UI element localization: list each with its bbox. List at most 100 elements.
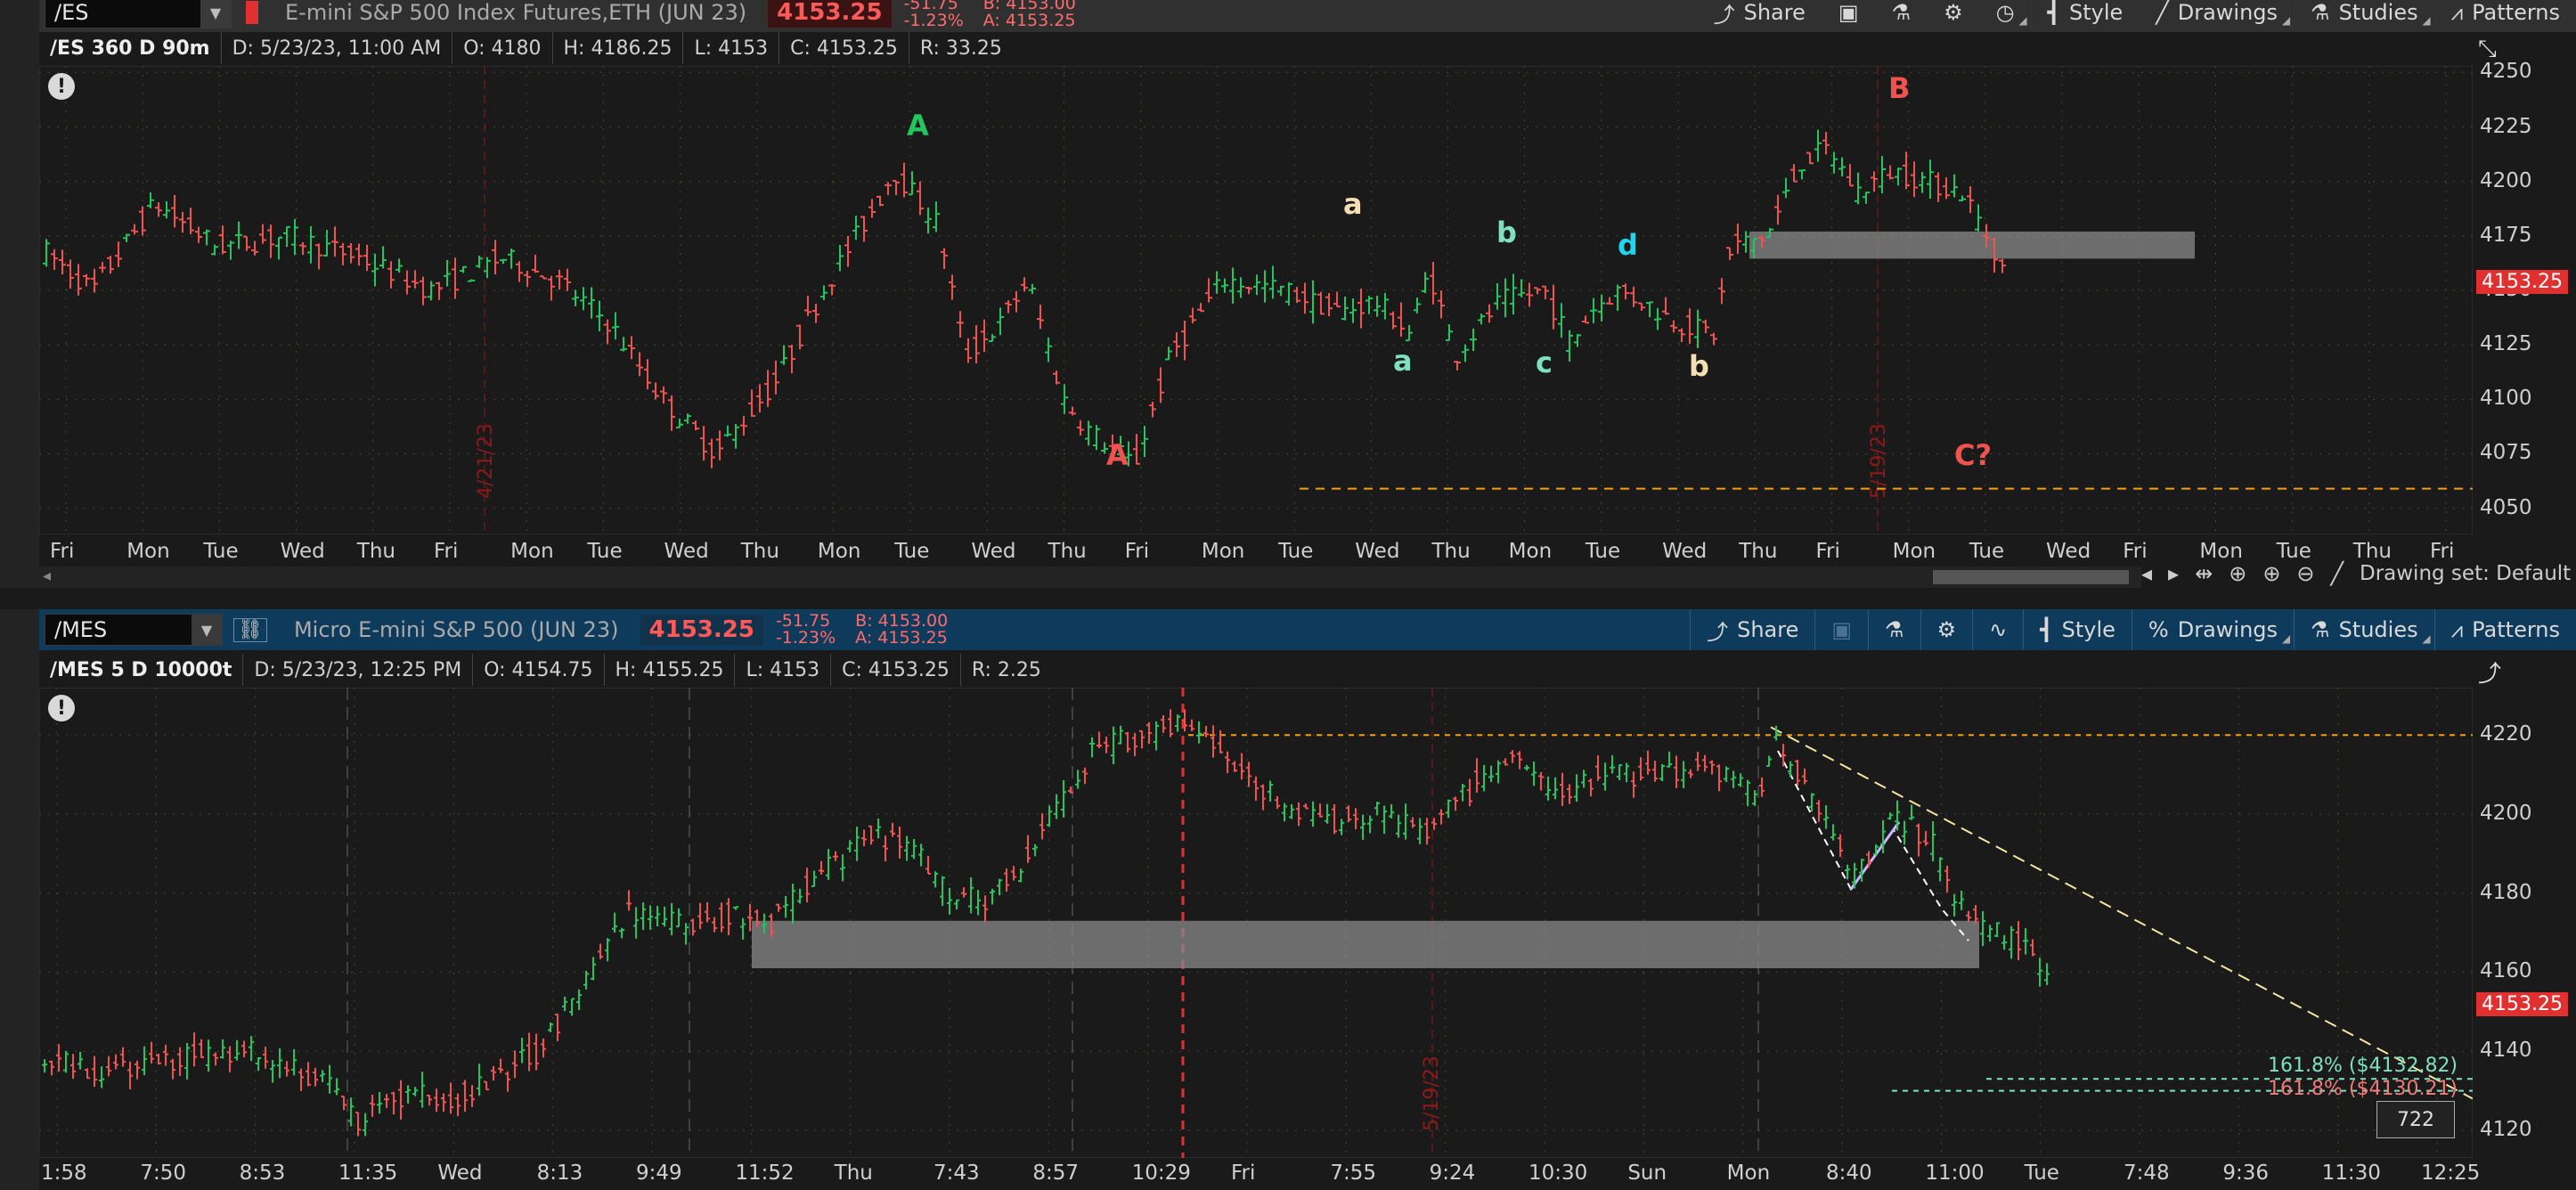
snapshot-button[interactable]: ▣ — [1814, 609, 1868, 650]
x-tick-label: Tue — [1278, 540, 1314, 563]
wave-label: d — [1618, 228, 1638, 262]
x-tick-label: Tue — [2024, 1161, 2059, 1185]
drawing-set[interactable]: Drawing set: Default — [2360, 562, 2571, 585]
x-tick-label: Mon — [510, 540, 554, 563]
chevron-down-icon[interactable]: ▼ — [200, 0, 231, 28]
x-tick-label: 7:50 — [140, 1161, 186, 1185]
flask-button[interactable]: ⚗ — [1874, 0, 1928, 32]
flask-icon: ⚗ — [1885, 617, 1904, 642]
bottom-bid-ask: B: 4153.00 A: 4153.25 — [855, 611, 949, 648]
x-tick-label: 8:57 — [1032, 1161, 1079, 1185]
x-tick-label: 11:30 — [2321, 1161, 2381, 1185]
scroll-left-icon[interactable]: ◂ — [43, 566, 51, 585]
x-tick-label: 8:40 — [1826, 1161, 1872, 1185]
bottom-toolbar-buttons: ⤴ Share ▣ ⚗ ⚙ ∿ ┫ Style % Drawings ◢ ⚗ Studie… — [1690, 609, 2576, 650]
style-button[interactable]: ┫ Style — [2030, 0, 2140, 32]
bottom-symbol: /MES — [54, 617, 108, 642]
top-symbol-box[interactable]: /ES ▼ — [45, 0, 232, 29]
settings-button[interactable]: ⚙ — [1920, 609, 1973, 650]
wave-label: b — [1496, 216, 1517, 249]
top-description: E-mini S&P 500 Index Futures,ETH (JUN 23… — [285, 0, 747, 25]
studies-button[interactable]: ⚗ Studies ◢ — [2294, 609, 2434, 650]
left-strip-bottom — [0, 609, 39, 1190]
settings-button[interactable]: ⚙ — [1927, 0, 1979, 32]
chart-type-icon[interactable]: ⤴ — [2478, 656, 2501, 689]
snapshot-button[interactable]: ▣ — [1821, 0, 1875, 32]
scroll-next-icon[interactable]: ▸ — [2168, 561, 2179, 586]
gear-icon: ⚙ — [1936, 617, 1957, 642]
patterns-icon: ⩘ — [2450, 617, 2464, 642]
scroll-prev-icon[interactable]: ◂ — [2141, 561, 2152, 586]
drawings-icon: % — [2148, 617, 2169, 642]
top-aggregation[interactable]: /ES 360 D 90m — [39, 32, 222, 64]
top-info-open: O: 4180 — [452, 32, 553, 64]
zoom-in-icon[interactable]: ⊕ — [2262, 561, 2280, 586]
draw-line-icon[interactable]: ╱ — [2331, 561, 2344, 586]
patterns-icon: ⩘ — [2450, 0, 2464, 25]
bottom-alert-icon[interactable]: ! — [48, 695, 75, 721]
pencil-icon: ╱ — [2156, 0, 2169, 25]
top-info-range: R: 33.25 — [919, 37, 1002, 60]
y-tick-label: 4100 — [2480, 387, 2532, 411]
style-button[interactable]: ┫ Style — [2023, 609, 2132, 650]
x-tick-label: 11:35 — [338, 1161, 398, 1185]
x-tick-label: Tue — [1969, 540, 2005, 563]
drawings-button[interactable]: ╱ Drawings ◢ — [2139, 0, 2294, 32]
y-tick-label: 4200 — [2480, 801, 2532, 825]
corner-arrow-icon: ◢ — [2422, 632, 2431, 645]
x-tick-label: Fri — [2123, 540, 2148, 563]
x-tick-label: Fri — [1231, 1161, 1256, 1185]
zoom-out-icon[interactable]: ⊖ — [2296, 561, 2314, 586]
x-tick-label: 10:29 — [1131, 1161, 1191, 1185]
wave-label: a — [1393, 344, 1413, 378]
link-icon[interactable]: ⛓ — [233, 617, 267, 642]
camera-icon: ▣ — [1838, 0, 1859, 25]
flag-icon[interactable] — [246, 1, 258, 24]
x-tick-label: Fri — [433, 540, 459, 563]
x-tick-label: Wed — [1355, 540, 1400, 563]
x-tick-label: 7:48 — [2124, 1161, 2170, 1185]
wave-button[interactable]: ∿ — [1972, 609, 2023, 650]
studies-button[interactable]: ⚗ Studies ◢ — [2294, 0, 2434, 32]
pan-icon[interactable]: ⇹ — [2195, 561, 2213, 586]
top-info-low: L: 4153 — [683, 32, 780, 64]
bottom-symbol-box[interactable]: /MES ▼ — [45, 614, 223, 646]
fib-label: 161.8% ($4130.21) — [2268, 1077, 2458, 1100]
top-symbol: /ES — [54, 0, 89, 25]
crosshair-icon[interactable]: ⊕ — [2229, 561, 2246, 586]
bottom-description: Micro E-mini S&P 500 (JUN 23) — [293, 617, 619, 642]
patterns-button[interactable]: ⩘ Patterns — [2433, 0, 2576, 32]
bottom-price-chart[interactable]: 5/19/23 — [39, 688, 2473, 1158]
wave-label: C? — [1954, 438, 1993, 472]
x-tick-label: 11:00 — [1925, 1161, 1985, 1185]
flask-button[interactable]: ⚗ — [1868, 609, 1920, 650]
share-button[interactable]: ⤴ Share — [1690, 609, 1814, 650]
chevron-down-icon[interactable]: ▼ — [192, 615, 222, 645]
drawings-button[interactable]: % Drawings ◢ — [2131, 609, 2294, 650]
scrollbar-thumb[interactable] — [1933, 570, 2129, 584]
wave-label: c — [1536, 346, 1553, 379]
share-button[interactable]: ⤴ Share — [1696, 0, 1822, 32]
date-marker-label: 5/19/23 — [1868, 423, 1890, 499]
top-scrollbar[interactable]: ◂ — [39, 566, 2141, 588]
y-tick-label: 4200 — [2480, 168, 2532, 192]
patterns-button[interactable]: ⩘ Patterns — [2433, 609, 2576, 650]
y-tick-label: 4120 — [2480, 1117, 2532, 1141]
camera-icon: ▣ — [1831, 617, 1853, 642]
x-tick-label: Fri — [2430, 540, 2455, 563]
x-tick-label: Wed — [437, 1161, 483, 1185]
x-tick-label: Fri — [1124, 540, 1150, 563]
x-tick-label: Thu — [1048, 540, 1087, 563]
top-price-chart[interactable]: 4/21/23 5/19/23 — [39, 66, 2473, 534]
wave-label: b — [1689, 349, 1709, 383]
bottom-price-tag: 4153.25 — [2476, 992, 2568, 1016]
top-change: -51.75 -1.23% — [903, 0, 964, 30]
bottom-aggregation[interactable]: /MES 5 D 10000t — [39, 654, 244, 686]
flask-icon: ⚗ — [2311, 0, 2330, 25]
bottom-info-low: L: 4153 — [735, 654, 832, 686]
support-zone — [752, 920, 1979, 969]
time-button[interactable]: ◷ ◢ — [1978, 0, 2031, 32]
top-alert-icon[interactable]: ! — [48, 73, 75, 100]
date-marker-label: 4/21/23 — [475, 423, 497, 499]
fib-label: 161.8% ($4132.82) — [2268, 1055, 2458, 1078]
